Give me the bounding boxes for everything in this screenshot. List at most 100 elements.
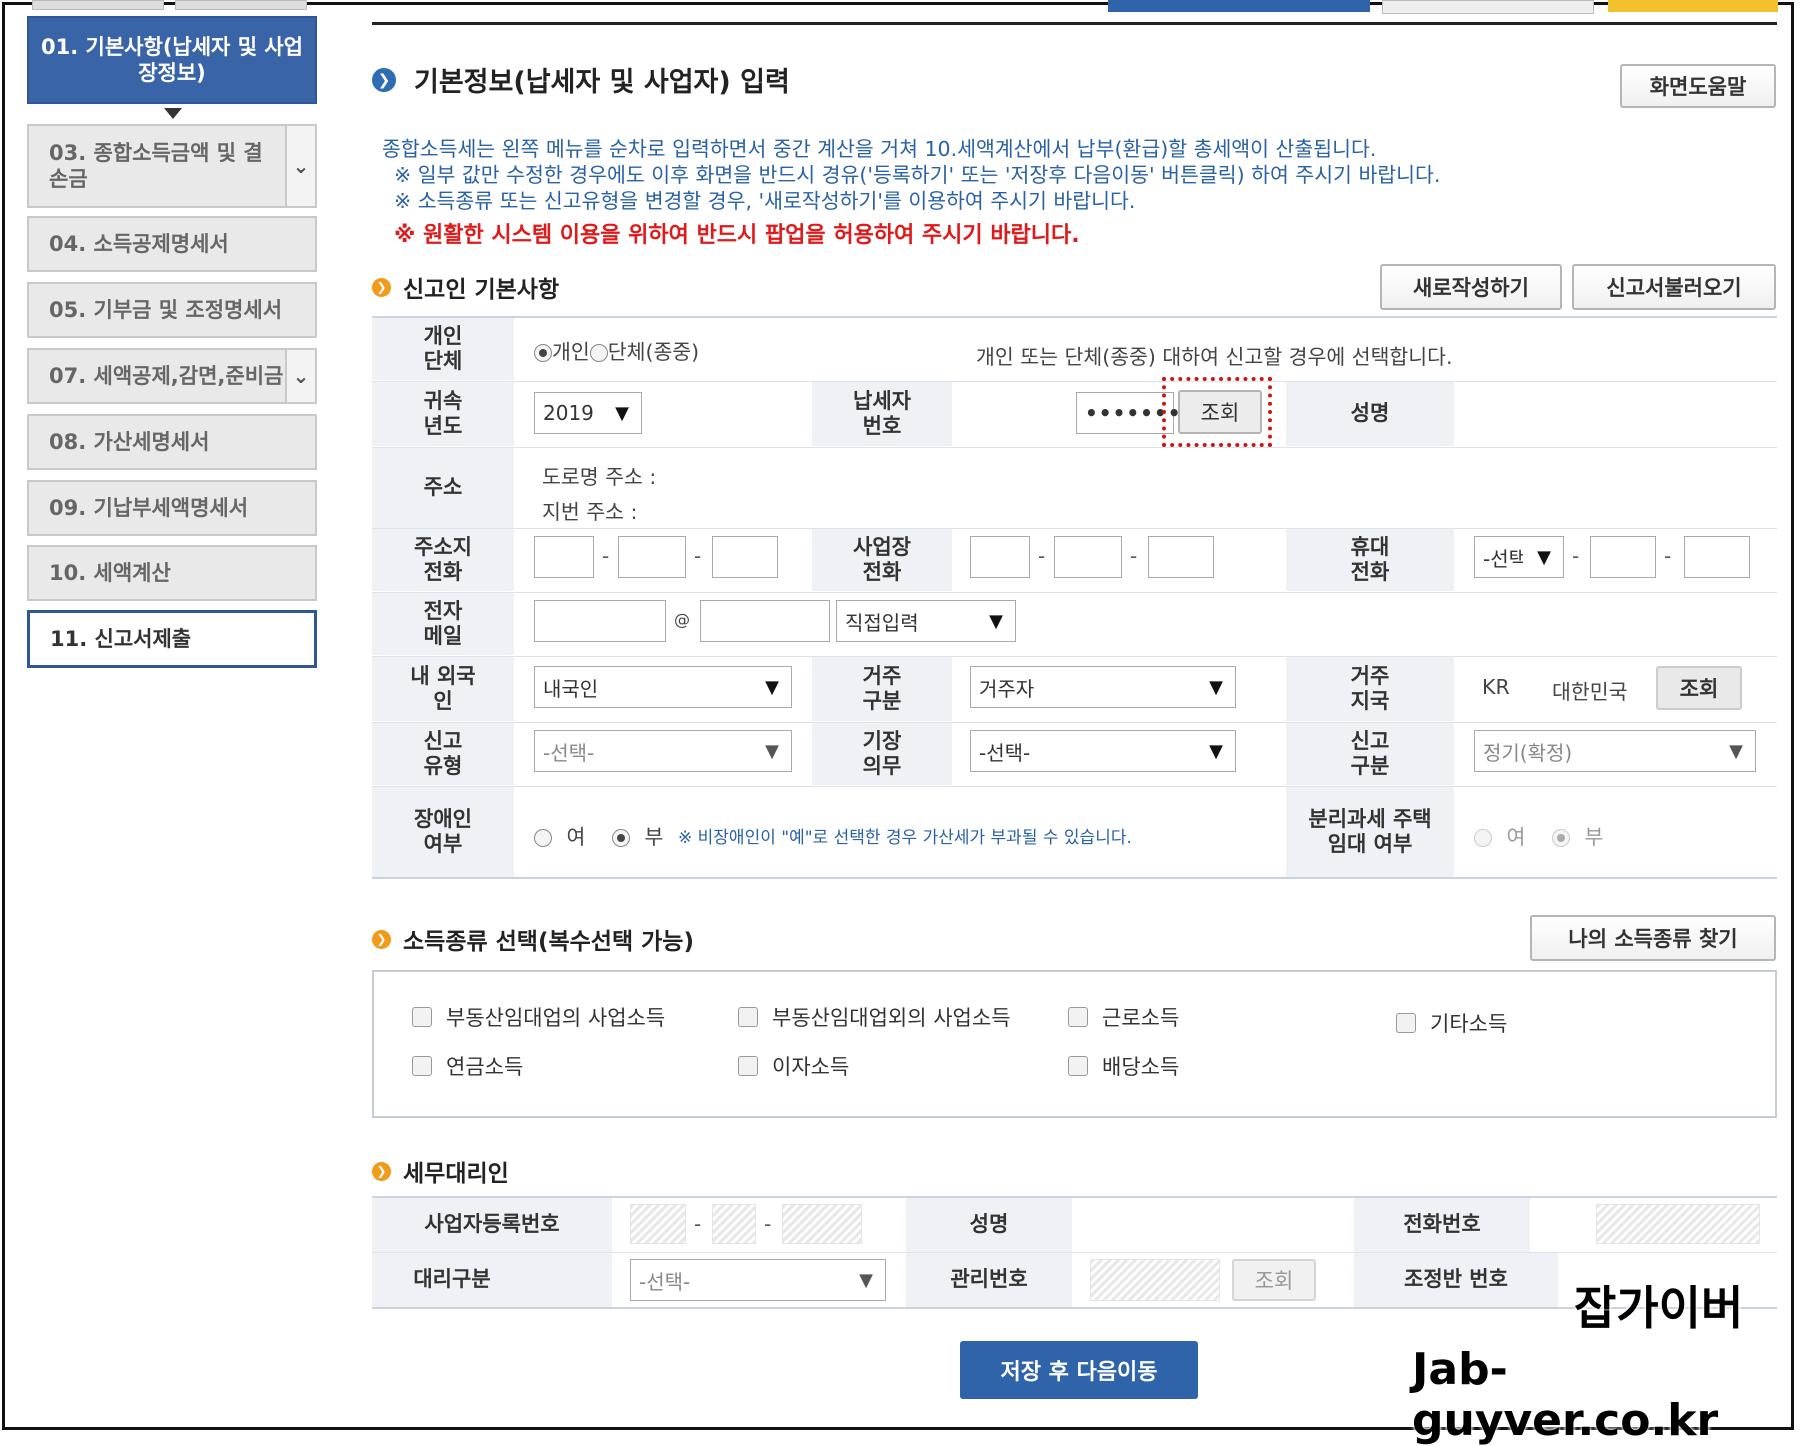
lot-address: 지번 주소 :: [542, 500, 638, 524]
chevron-down-icon[interactable]: ⌄: [285, 350, 315, 402]
row-divider: [372, 381, 1777, 382]
new-report-button[interactable]: 새로작성하기: [1380, 264, 1562, 310]
checkbox-label: 이자소득: [772, 1055, 850, 1079]
chevron-circle-icon: ❯: [372, 1161, 391, 1181]
email-domain-input[interactable]: [700, 600, 830, 642]
taxpayer-lookup-button[interactable]: 조회: [1178, 390, 1262, 434]
dash: -: [694, 544, 702, 568]
label-attribution-year: 귀속 년도: [372, 382, 514, 446]
mobile-phone-3[interactable]: [1684, 536, 1750, 578]
sidebar-item-donation[interactable]: 05. 기부금 및 조정명세서: [27, 282, 317, 338]
country-lookup-button[interactable]: 조회: [1656, 666, 1742, 710]
agent-type-select[interactable]: -선택- ▼: [630, 1259, 886, 1301]
year-select-value: 2019: [543, 401, 594, 425]
sidebar-item-prepaid[interactable]: 09. 기납부세액명세서: [27, 480, 317, 536]
business-phone-1[interactable]: [970, 536, 1030, 578]
business-phone-3[interactable]: [1148, 536, 1214, 578]
taxpayer-number-input[interactable]: •••••••: [1076, 392, 1180, 434]
dash: -: [1572, 544, 1580, 568]
help-button[interactable]: 화면도움말: [1620, 64, 1776, 108]
sidebar-item-penalty[interactable]: 08. 가산세명세서: [27, 414, 317, 470]
label-separate-rental: 분리과세 주택임대 여부: [1286, 787, 1454, 877]
checkbox-rental-business[interactable]: 부동산임대업의 사업소득: [412, 1002, 665, 1032]
bookkeeping-select[interactable]: -선택- ▼: [970, 730, 1236, 772]
row-divider: [372, 447, 1777, 448]
sidebar-item-basic-info[interactable]: 01. 기본사항(납세자 및 사업장정보): [27, 16, 317, 104]
report-class-select[interactable]: 정기(확정) ▼: [1474, 730, 1756, 772]
label-business-phone: 사업장 전화: [812, 529, 952, 591]
sidebar-item-label: 03. 종합소득금액 및 결손금: [49, 140, 263, 191]
radio-individual[interactable]: [534, 344, 552, 362]
checkbox-label: 부동산임대업외의 사업소득: [772, 1006, 1011, 1030]
checkbox-label: 배당소득: [1102, 1055, 1180, 1079]
notice-line: ※ 소득종류 또는 신고유형을 변경할 경우, '새로작성하기'를 이용하여 주…: [394, 189, 1136, 213]
checkbox-label: 연금소득: [446, 1055, 524, 1079]
sidebar-item-label: 09. 기납부세액명세서: [49, 495, 249, 520]
checkbox-interest-income[interactable]: 이자소득: [738, 1051, 849, 1081]
radio-disabled-yes[interactable]: [534, 829, 552, 847]
country-name: 대한민국: [1552, 680, 1628, 704]
mobile-phone-2[interactable]: [1590, 536, 1656, 578]
chevron-circle-icon: ❯: [372, 277, 391, 297]
sidebar-item-income-amount[interactable]: 03. 종합소득금액 및 결손금 ⌄: [27, 124, 317, 208]
sidebar-item-deduction[interactable]: 04. 소득공제명세서: [27, 216, 317, 272]
dash: -: [602, 544, 610, 568]
country-code: KR: [1482, 675, 1510, 699]
checkbox-box[interactable]: [738, 1056, 758, 1076]
label-agent-mgmt-no: 관리번호: [906, 1253, 1072, 1307]
sidebar-item-tax-calc[interactable]: 10. 세액계산: [27, 545, 317, 601]
checkbox-nonrental-business[interactable]: 부동산임대업외의 사업소득: [738, 1002, 1011, 1032]
row-divider: [372, 786, 1777, 787]
checkbox-dividend-income[interactable]: 배당소득: [1068, 1051, 1179, 1081]
report-type-select[interactable]: -선택- ▼: [534, 730, 792, 772]
sidebar-item-label: 08. 가산세명세서: [49, 429, 210, 454]
dash: -: [1130, 544, 1138, 568]
arrow-right-circle-icon: ❯: [372, 67, 396, 92]
checkbox-box[interactable]: [1396, 1013, 1416, 1033]
agent-lookup-button: 조회: [1232, 1259, 1316, 1301]
row-divider: [372, 877, 1777, 879]
sidebar-item-tax-credit[interactable]: 07. 세액공제,감면,준비금 ⌄: [27, 348, 317, 404]
checkbox-other-income[interactable]: 기타소득: [1396, 1008, 1507, 1038]
email-id-input[interactable]: [534, 600, 666, 642]
mobile-prefix-select[interactable]: -선택- ▼: [1474, 536, 1564, 578]
chevron-down-icon[interactable]: ⌄: [285, 126, 315, 206]
label-home-phone: 주소지 전화: [372, 529, 514, 591]
home-phone-1[interactable]: [534, 536, 594, 578]
email-at-sign: @: [674, 610, 690, 629]
popup-warning: ※ 원활한 시스템 이용을 위하여 반드시 팝업을 허용하여 주시기 바랍니다.: [394, 223, 1080, 248]
checkbox-box[interactable]: [1068, 1056, 1088, 1076]
home-phone-3[interactable]: [712, 536, 778, 578]
agent-biz-no-1: [630, 1204, 686, 1244]
save-next-button[interactable]: 저장 후 다음이동: [960, 1341, 1198, 1399]
checkbox-label: 근로소득: [1102, 1006, 1180, 1030]
sidebar-item-submit[interactable]: 11. 신고서제출: [27, 610, 317, 668]
sidebar-item-label: 04. 소득공제명세서: [49, 231, 229, 256]
checkbox-pension-income[interactable]: 연금소득: [412, 1051, 523, 1081]
report-class-select-value: 정기(확정): [1483, 740, 1573, 765]
radio-no-label: 부: [644, 825, 664, 849]
find-income-type-button[interactable]: 나의 소득종류 찾기: [1530, 915, 1776, 961]
business-phone-2[interactable]: [1054, 536, 1122, 578]
checkbox-box[interactable]: [738, 1007, 758, 1027]
row-divider: [372, 528, 1777, 529]
residence-select[interactable]: 거주자 ▼: [970, 666, 1236, 708]
table-top-border: [372, 316, 1777, 318]
label-agent-biz-no: 사업자등록번호: [372, 1198, 612, 1252]
email-domain-select[interactable]: 직접입력 ▼: [836, 600, 1016, 642]
checkbox-box[interactable]: [412, 1056, 432, 1076]
radio-disabled-no[interactable]: [611, 829, 630, 847]
radio-group[interactable]: [589, 344, 608, 362]
home-phone-2[interactable]: [618, 536, 686, 578]
agent-biz-no-3: [782, 1204, 862, 1244]
nationality-select[interactable]: 내국인 ▼: [534, 666, 792, 708]
agent-biz-no-2: [712, 1204, 756, 1244]
section-title-basic: ❯ 신고인 기본사항: [372, 270, 559, 304]
year-select[interactable]: 2019 ▼: [534, 392, 642, 434]
road-address: 도로명 주소 :: [542, 465, 657, 489]
checkbox-earned-income[interactable]: 근로소득: [1068, 1002, 1179, 1032]
checkbox-label: 기타소득: [1430, 1012, 1508, 1036]
checkbox-box[interactable]: [412, 1007, 432, 1027]
checkbox-box[interactable]: [1068, 1007, 1088, 1027]
load-report-button[interactable]: 신고서불러오기: [1572, 264, 1776, 310]
